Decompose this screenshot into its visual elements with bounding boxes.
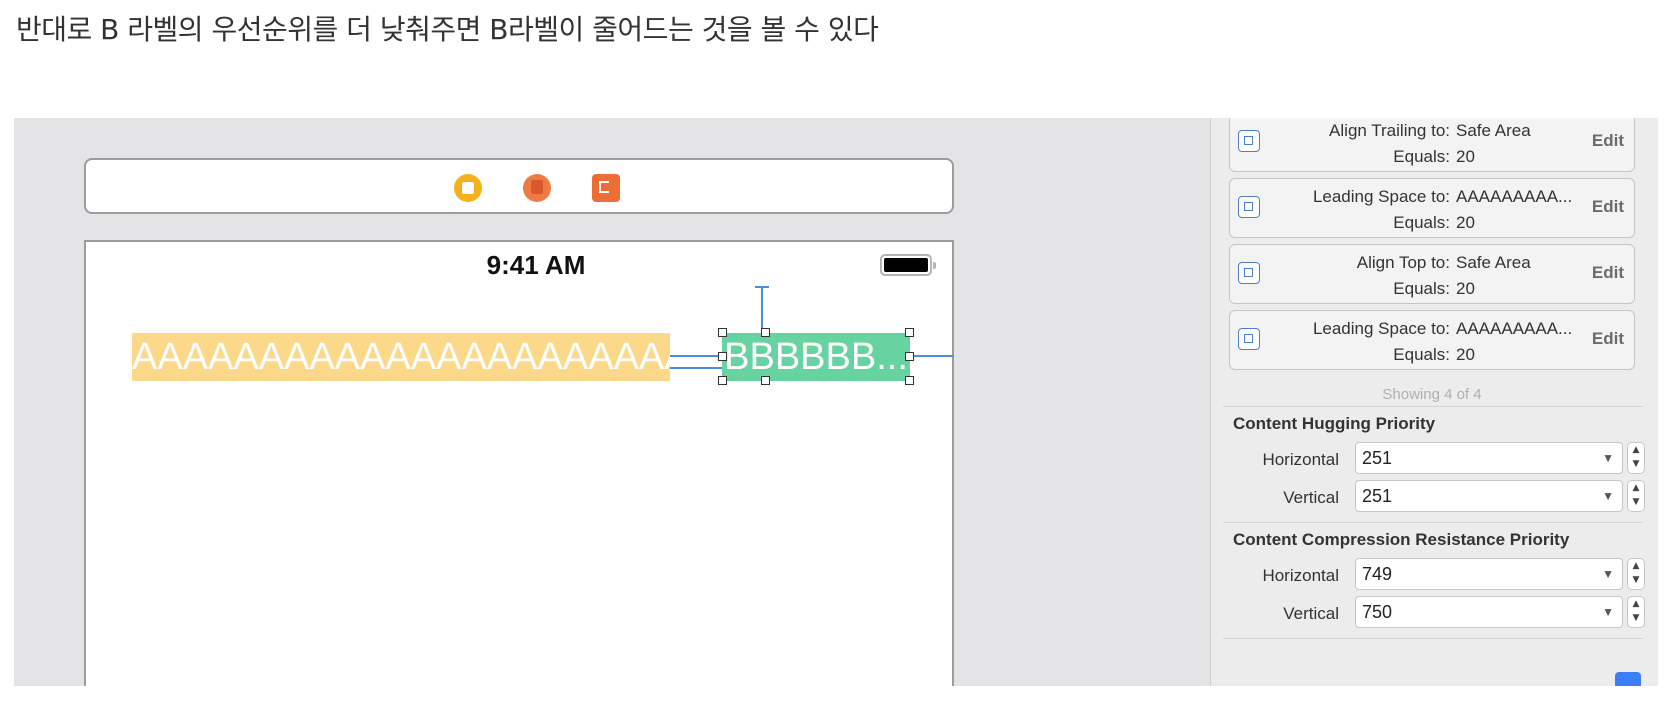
constraint-row[interactable]: Leading Space to: AAAAAAAAA... Equals: 2… xyxy=(1229,178,1635,238)
resize-handle[interactable] xyxy=(761,376,770,385)
constraint-constant: 20 xyxy=(1456,147,1475,166)
compression-horizontal-label: Horizontal xyxy=(1262,566,1339,585)
view-controller-icon[interactable] xyxy=(454,174,482,202)
resize-handle[interactable] xyxy=(718,376,727,385)
constraint-constant: 20 xyxy=(1456,213,1475,232)
constraint-target: Safe Area xyxy=(1456,253,1531,272)
constraints-count: Showing 4 of 4 xyxy=(1382,386,1482,403)
resize-handle[interactable] xyxy=(905,352,914,361)
compression-vertical-value: 750 xyxy=(1362,602,1393,622)
resize-handle[interactable] xyxy=(905,328,914,337)
leading-constraint-line[interactable] xyxy=(670,355,722,357)
edit-button[interactable]: Edit xyxy=(1592,263,1624,283)
exit-icon[interactable] xyxy=(592,174,620,202)
first-responder-icon[interactable] xyxy=(523,174,551,202)
hugging-vertical-stepper[interactable]: ▲ ▼ xyxy=(1627,480,1645,512)
divider xyxy=(1223,638,1643,639)
caption-text: 반대로 B 라벨의 우선순위를 더 낮춰주면 B라벨이 줄어드는 것을 볼 수 … xyxy=(16,13,879,46)
compression-horizontal-value: 749 xyxy=(1362,564,1393,584)
hugging-vertical-value: 251 xyxy=(1362,486,1393,506)
resize-handle[interactable] xyxy=(718,352,727,361)
constraint-equals-label: Equals: xyxy=(1393,279,1450,298)
hugging-vertical-label: Vertical xyxy=(1283,488,1339,507)
constraint-target: AAAAAAAAA... xyxy=(1456,187,1573,206)
size-inspector: Align Trailing to: Safe Area Equals: 20 … xyxy=(1210,118,1658,686)
status-bar-time: 9:41 AM xyxy=(486,250,586,280)
constraint-equals-label: Equals: xyxy=(1393,147,1450,166)
top-constraint-line[interactable] xyxy=(761,286,763,333)
hugging-horizontal-field[interactable]: 251 ▼ xyxy=(1355,442,1623,474)
divider xyxy=(1223,406,1643,407)
leading-constraint-line-lower xyxy=(670,367,722,369)
chevron-down-icon[interactable]: ▼ xyxy=(1602,481,1614,511)
constraint-type: Leading Space to: xyxy=(1312,319,1450,338)
compression-horizontal-field[interactable]: 749 ▼ xyxy=(1355,558,1623,590)
chevron-down-icon[interactable]: ▼ xyxy=(1602,559,1614,589)
resize-handle[interactable] xyxy=(905,376,914,385)
hugging-horizontal-stepper[interactable]: ▲ ▼ xyxy=(1627,442,1645,474)
constraint-target: Safe Area xyxy=(1456,121,1531,140)
hugging-horizontal-label: Horizontal xyxy=(1262,450,1339,469)
top-constraint-cap xyxy=(755,286,769,288)
edit-button[interactable]: Edit xyxy=(1592,131,1624,151)
resize-handle[interactable] xyxy=(718,328,727,337)
constraint-target: AAAAAAAAA... xyxy=(1456,319,1573,338)
compression-horizontal-stepper[interactable]: ▲ ▼ xyxy=(1627,558,1645,590)
resize-handle[interactable] xyxy=(761,328,770,337)
edit-button[interactable]: Edit xyxy=(1592,329,1624,349)
constraint-row[interactable]: Align Top to: Safe Area Equals: 20 Edit xyxy=(1229,244,1635,304)
constraint-equals-label: Equals: xyxy=(1393,345,1450,364)
constraint-type: Align Top to: xyxy=(1356,253,1450,272)
label-b[interactable]: BBBBBB... xyxy=(722,333,910,381)
compression-vertical-label: Vertical xyxy=(1283,604,1339,623)
edit-button[interactable]: Edit xyxy=(1592,197,1624,217)
constraint-constant: 20 xyxy=(1456,279,1475,298)
label-a[interactable]: AAAAAAAAAAAAAAAAAAAAAAA xyxy=(132,333,670,381)
constraint-type: Align Trailing to: xyxy=(1329,121,1450,140)
constraint-row[interactable]: Align Trailing to: Safe Area Equals: 20 … xyxy=(1229,118,1635,172)
chevron-down-icon[interactable]: ▼ xyxy=(1602,443,1614,473)
xcode-screenshot: 9:41 AM AAAAAAAAAAAAAAAAAAAAAAA BBBBBB..… xyxy=(14,118,1658,686)
hugging-horizontal-value: 251 xyxy=(1362,448,1393,468)
battery-icon xyxy=(880,254,936,276)
divider xyxy=(1223,522,1643,523)
constraint-constant: 20 xyxy=(1456,345,1475,364)
chevron-down-icon[interactable]: ▼ xyxy=(1602,597,1614,627)
constraint-equals-label: Equals: xyxy=(1393,213,1450,232)
constraint-row[interactable]: Leading Space to: AAAAAAAAA... Equals: 2… xyxy=(1229,310,1635,370)
hugging-title: Content Hugging Priority xyxy=(1233,414,1436,433)
device-canvas: 9:41 AM AAAAAAAAAAAAAAAAAAAAAAA BBBBBB..… xyxy=(84,240,954,686)
compression-vertical-field[interactable]: 750 ▼ xyxy=(1355,596,1623,628)
blue-control[interactable] xyxy=(1615,672,1641,686)
compression-vertical-stepper[interactable]: ▲ ▼ xyxy=(1627,596,1645,628)
compression-title: Content Compression Resistance Priority xyxy=(1233,530,1570,549)
scene-dock xyxy=(84,158,954,214)
hugging-vertical-field[interactable]: 251 ▼ xyxy=(1355,480,1623,512)
trailing-constraint-line[interactable] xyxy=(910,355,954,357)
constraint-type: Leading Space to: xyxy=(1312,187,1450,206)
